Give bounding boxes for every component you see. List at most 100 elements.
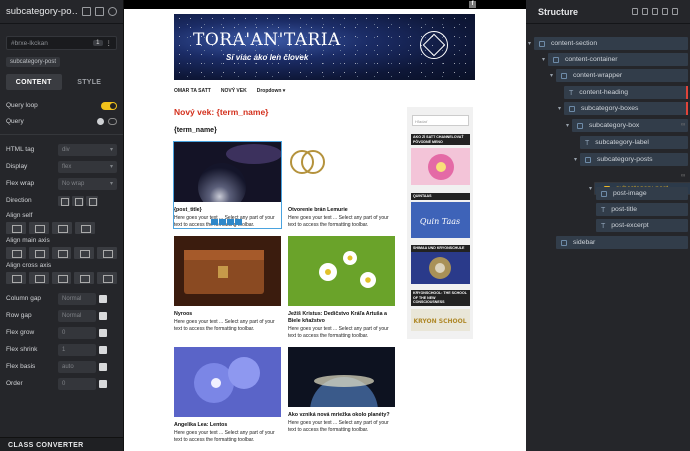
display-select[interactable]: flex ▾ — [58, 160, 117, 173]
subcategory-post[interactable]: Ako vzniká nová mriežka okolo planéty? H… — [288, 347, 395, 433]
align-start-icon[interactable] — [6, 222, 26, 234]
move-icon[interactable] — [211, 219, 218, 225]
tab-style[interactable]: STYLE — [62, 74, 118, 90]
caret-down-icon[interactable]: ▾ — [528, 40, 531, 47]
html-tag-select[interactable]: div ▾ — [58, 143, 117, 156]
direction-reverse-icon[interactable] — [86, 195, 98, 206]
post-title[interactable]: Otvorenie brán Lemurie — [288, 207, 395, 214]
sidebar-widget-image[interactable]: Quin Taas — [411, 202, 470, 238]
subcategory-post[interactable]: Ježiš Kristus: Dedičstvo Kráľa Artuša a … — [288, 236, 395, 339]
sidebar-widget-title[interactable]: AKO ZÍ SATT CHANNELOVAŤ PÔVODNÉ MENO — [411, 134, 470, 145]
nav-item-novy-vek[interactable]: NOVÝ VEK — [221, 88, 247, 94]
sidebar-widget-image[interactable]: KRYON SCHOOL — [411, 309, 470, 331]
structure-node-content-container[interactable]: ▾ content-container — [542, 53, 688, 66]
edit-icon[interactable] — [219, 219, 226, 225]
subcategory-post[interactable]: Nyroos Here goes your text ... Select an… — [174, 236, 281, 332]
class-chip[interactable]: subcategory-post — [6, 57, 61, 67]
sidebar-search-input[interactable]: Hľadať — [412, 115, 469, 126]
variable-icon[interactable] — [99, 328, 107, 337]
structure-node-sidebar[interactable]: sidebar — [556, 236, 688, 249]
sidebar-widget-image[interactable] — [411, 252, 470, 284]
items-center-icon[interactable] — [28, 272, 49, 284]
post-image[interactable] — [288, 347, 395, 407]
column-gap-input[interactable]: Normal — [58, 292, 96, 305]
row-gap-input[interactable]: Normal — [58, 309, 96, 322]
close-icon[interactable] — [108, 7, 117, 16]
structure-node-content-wrapper[interactable]: ▾ content-wrapper — [550, 69, 688, 82]
flex-grow-input[interactable]: 0 — [58, 326, 96, 339]
align-center-icon[interactable] — [29, 222, 49, 234]
direction-row-icon[interactable] — [58, 195, 70, 206]
justify-end-icon[interactable] — [51, 247, 72, 259]
nav-item-omar-ta-satt[interactable]: OMAR TA SATT — [174, 88, 211, 94]
post-title[interactable]: Nyroos — [174, 311, 281, 318]
structure-node-subcategory-label[interactable]: Tsubcategory-label — [580, 136, 688, 149]
class-converter-header[interactable]: CLASS CONVERTER — [0, 437, 123, 451]
caret-down-icon[interactable]: ▾ — [558, 105, 561, 112]
expand-icon[interactable] — [672, 8, 678, 15]
tab-content[interactable]: CONTENT — [6, 74, 62, 90]
post-image[interactable] — [288, 236, 395, 306]
structure-node-subcategory-boxes[interactable]: ▾ subcategory-boxes — [558, 102, 688, 115]
flex-shrink-input[interactable]: 1 — [58, 343, 96, 356]
caret-down-icon[interactable]: ▾ — [589, 185, 592, 192]
direction-column-icon[interactable] — [72, 195, 84, 206]
more-icon[interactable]: ⋮ — [106, 39, 113, 47]
nav-item-dropdown[interactable]: Dropdown ▾ — [257, 88, 286, 94]
facebook-icon[interactable]: f — [469, 1, 476, 8]
items-stretch-icon[interactable] — [74, 272, 95, 284]
post-excerpt[interactable]: Here goes your text ... Select any part … — [288, 326, 395, 339]
subcategory-post[interactable]: Angelika Lea: Lentos Here goes your text… — [174, 347, 281, 443]
post-excerpt[interactable]: Here goes your text ... Select any part … — [288, 215, 395, 228]
justify-between-icon[interactable] — [74, 247, 95, 259]
variable-icon[interactable] — [99, 345, 107, 354]
css-selector-input[interactable]: #brxe-lkckan 1 ⋮ — [6, 36, 117, 50]
caret-down-icon[interactable]: ▾ — [574, 156, 577, 163]
post-title[interactable]: {post_title} — [174, 207, 281, 214]
query-loop-toggle[interactable] — [101, 101, 117, 110]
delete-icon[interactable] — [235, 219, 242, 225]
trash-icon[interactable] — [662, 8, 668, 15]
subcategory-post[interactable]: {post_title} Here goes your text ... Sel… — [173, 140, 282, 230]
variable-icon[interactable] — [99, 311, 107, 320]
subcategory-label[interactable]: {term_name} — [174, 127, 217, 134]
tag-icon[interactable] — [632, 8, 638, 15]
post-excerpt[interactable]: Here goes your text ... Select any part … — [174, 430, 281, 443]
link-icon[interactable]: ∞ — [681, 122, 685, 128]
flex-wrap-select[interactable]: No wrap ▾ — [58, 177, 117, 190]
variable-icon[interactable] — [99, 379, 107, 388]
post-title[interactable]: Ježiš Kristus: Dedičstvo Kráľa Artuša a … — [288, 311, 395, 325]
subcategory-post[interactable]: Otvorenie brán Lemurie Here goes your te… — [288, 142, 395, 228]
structure-node-subcategory-box[interactable]: ▾ subcategory-box — [566, 119, 688, 132]
sidebar-widget-image[interactable] — [411, 148, 470, 185]
post-excerpt[interactable]: Here goes your text ... Select any part … — [288, 420, 395, 433]
sidebar-widget-title[interactable]: QUINTAAS — [411, 193, 470, 200]
structure-node-content-section[interactable]: ▾ content-section — [528, 37, 688, 50]
justify-center-icon[interactable] — [28, 247, 49, 259]
caret-down-icon[interactable]: ▾ — [566, 122, 569, 129]
post-image[interactable] — [174, 236, 281, 306]
sidebar-widget-title[interactable]: KRYONSCHOOL: THE SCHOOL OF THE NEW CONSC… — [411, 290, 470, 306]
layout-icon[interactable] — [82, 7, 91, 16]
align-stretch-icon[interactable] — [75, 222, 95, 234]
order-input[interactable]: 0 — [58, 377, 96, 390]
structure-node-post-title[interactable]: Tpost-title — [596, 203, 688, 216]
structure-node-subcategory-posts[interactable]: ▾ subcategory-posts — [574, 153, 688, 166]
structure-node-content-heading[interactable]: Tcontent-heading — [564, 86, 688, 99]
post-excerpt[interactable]: Here goes your text ... Select any part … — [174, 319, 281, 332]
variable-icon[interactable] — [99, 362, 107, 371]
query-settings-icon[interactable] — [97, 118, 104, 125]
justify-around-icon[interactable] — [97, 247, 117, 259]
items-end-icon[interactable] — [51, 272, 72, 284]
download-icon[interactable] — [652, 8, 658, 15]
post-image[interactable] — [174, 347, 281, 417]
justify-start-icon[interactable] — [6, 247, 26, 259]
caret-down-icon[interactable]: ▾ — [542, 56, 545, 63]
structure-node-post-image[interactable]: post-image — [596, 187, 688, 200]
align-end-icon[interactable] — [52, 222, 72, 234]
content-heading[interactable]: Nový vek: {term_name} — [174, 107, 269, 117]
link-icon[interactable] — [108, 118, 117, 125]
caret-down-icon[interactable]: ▾ — [550, 72, 553, 79]
post-title[interactable]: Angelika Lea: Lentos — [174, 422, 281, 429]
items-baseline-icon[interactable] — [97, 272, 117, 284]
